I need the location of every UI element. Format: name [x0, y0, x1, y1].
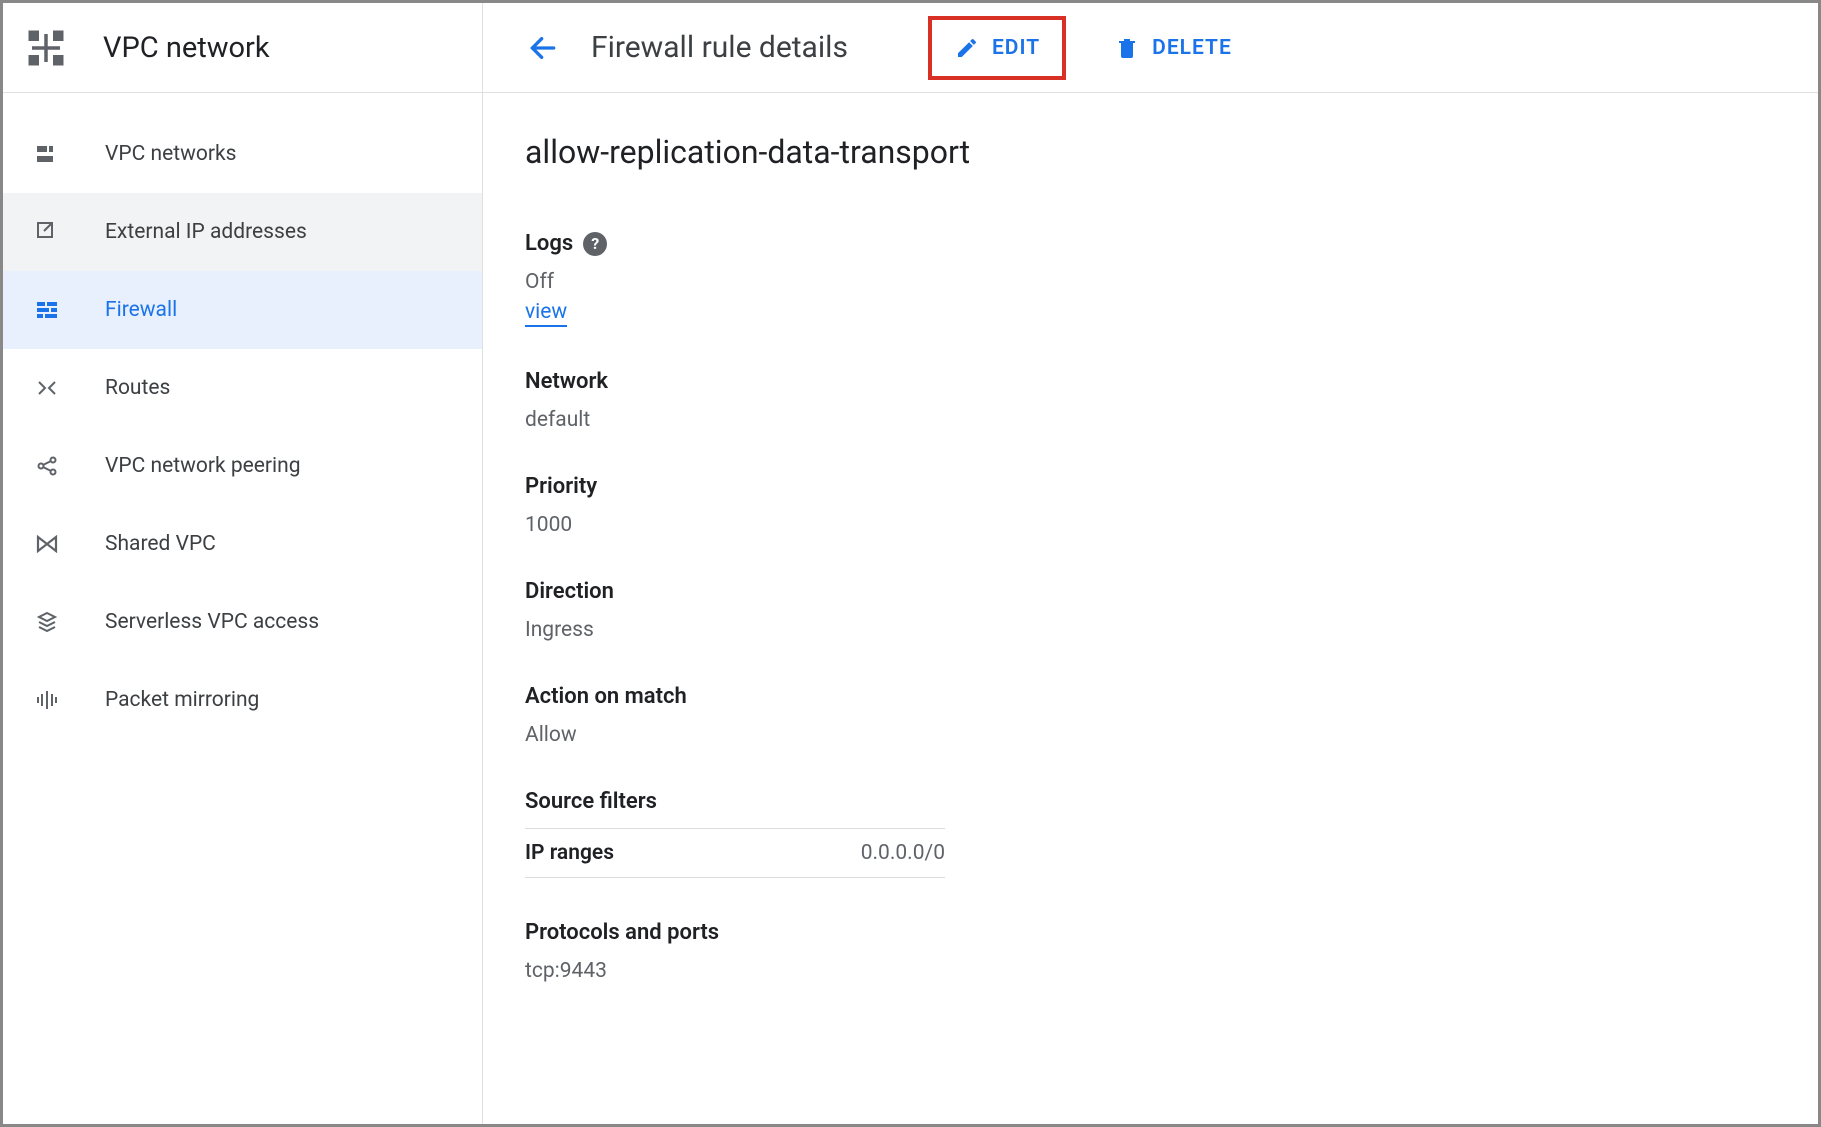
sidebar-item-routes[interactable]: Routes	[3, 349, 482, 427]
protocols-value: tcp:9443	[525, 959, 1818, 983]
sidebar-item-firewall[interactable]: Firewall	[3, 271, 482, 349]
direction-label: Direction	[525, 579, 614, 604]
sidebar-item-serverless[interactable]: Serverless VPC access	[3, 583, 482, 661]
network-label: Network	[525, 369, 608, 394]
sidebar-item-vpc-networks[interactable]: VPC networks	[3, 115, 482, 193]
sidebar-item-label: External IP addresses	[105, 220, 307, 244]
edit-highlight: EDIT	[928, 16, 1066, 80]
section-direction: Direction Ingress	[525, 579, 1818, 642]
page-title: Firewall rule details	[591, 30, 848, 65]
sidebar: VPC network VPC networks External IP add…	[3, 3, 483, 1124]
pencil-icon	[954, 35, 980, 61]
section-network: Network default	[525, 369, 1818, 432]
section-protocols: Protocols and ports tcp:9443	[525, 920, 1818, 983]
peering-icon	[33, 452, 61, 480]
network-value: default	[525, 408, 1818, 432]
logs-label: Logs	[525, 231, 573, 256]
source-filters-label: Source filters	[525, 789, 657, 814]
protocols-label: Protocols and ports	[525, 920, 719, 945]
sidebar-item-label: VPC network peering	[105, 454, 301, 478]
help-icon[interactable]: ?	[583, 232, 607, 256]
shared-vpc-icon	[33, 530, 61, 558]
sidebar-item-label: Shared VPC	[105, 532, 216, 556]
priority-label: Priority	[525, 474, 597, 499]
packet-mirroring-icon	[33, 686, 61, 714]
delete-button-label: DELETE	[1152, 36, 1232, 60]
sidebar-item-packet-mirroring[interactable]: Packet mirroring	[3, 661, 482, 739]
rule-name: allow-replication-data-transport	[525, 133, 1818, 171]
back-button[interactable]	[519, 24, 567, 72]
sidebar-item-label: Serverless VPC access	[105, 610, 319, 634]
serverless-icon	[33, 608, 61, 636]
content: allow-replication-data-transport Logs ? …	[483, 93, 1818, 1025]
vpc-product-icon	[25, 27, 67, 69]
action-value: Allow	[525, 723, 1818, 747]
section-logs: Logs ? Off view	[525, 231, 1818, 327]
sidebar-header: VPC network	[3, 3, 482, 93]
action-label: Action on match	[525, 684, 687, 709]
firewall-icon	[33, 296, 61, 324]
table-row: IP ranges 0.0.0.0/0	[525, 828, 945, 878]
sidebar-item-shared-vpc[interactable]: Shared VPC	[3, 505, 482, 583]
sidebar-item-label: Routes	[105, 376, 170, 400]
delete-button[interactable]: DELETE	[1096, 24, 1250, 72]
sidebar-item-peering[interactable]: VPC network peering	[3, 427, 482, 505]
priority-value: 1000	[525, 513, 1818, 537]
sidebar-item-external-ip[interactable]: External IP addresses	[3, 193, 482, 271]
sidebar-item-label: Packet mirroring	[105, 688, 259, 712]
edit-button-label: EDIT	[992, 36, 1040, 60]
direction-value: Ingress	[525, 618, 1818, 642]
sidebar-title: VPC network	[103, 31, 270, 65]
sidebar-item-label: Firewall	[105, 298, 177, 322]
logs-value: Off	[525, 270, 1818, 294]
ip-ranges-key: IP ranges	[525, 841, 614, 865]
external-ip-icon	[33, 218, 61, 246]
page-header: Firewall rule details EDIT DELETE	[483, 3, 1818, 93]
section-source-filters: Source filters IP ranges 0.0.0.0/0	[525, 789, 1818, 878]
logs-view-link[interactable]: view	[525, 300, 567, 327]
routes-icon	[33, 374, 61, 402]
ip-ranges-value: 0.0.0.0/0	[861, 841, 945, 865]
sidebar-item-label: VPC networks	[105, 142, 236, 166]
vpc-networks-icon	[33, 140, 61, 168]
edit-button[interactable]: EDIT	[936, 24, 1058, 72]
section-priority: Priority 1000	[525, 474, 1818, 537]
main: Firewall rule details EDIT DELETE allow-…	[483, 3, 1818, 1124]
source-filters-table: IP ranges 0.0.0.0/0	[525, 828, 945, 878]
sidebar-nav: VPC networks External IP addresses Firew…	[3, 93, 482, 739]
section-action: Action on match Allow	[525, 684, 1818, 747]
trash-icon	[1114, 35, 1140, 61]
